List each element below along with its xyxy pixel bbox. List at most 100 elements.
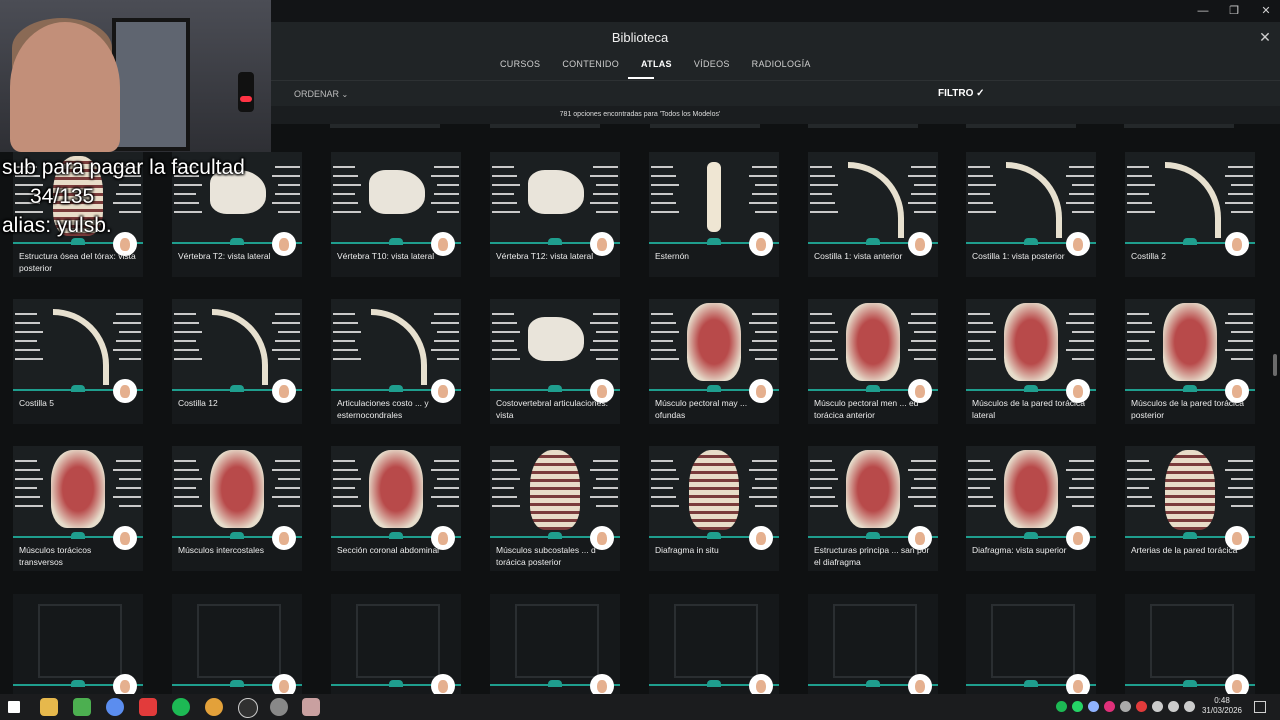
filter-button[interactable]: FILTRO ✓ [938,88,985,99]
model-card[interactable]: Esternón [649,152,779,277]
model-card[interactable]: Músculo pectoral men ... ed torácica ant… [808,299,938,424]
model-card-placeholder [966,594,1096,694]
model-card[interactable]: Diafragma in situ [649,446,779,571]
app-icon[interactable] [139,698,157,716]
spotify-icon[interactable] [172,698,190,716]
model-card-label: Músculos de la pared torácica lateral [972,398,1085,420]
model-card[interactable]: Costilla 1: vista anterior [808,152,938,277]
model-card[interactable]: Costilla 12 [172,299,302,424]
model-card-label: Vértebra T2: vista lateral [178,251,271,261]
order-button[interactable]: ORDENAR ⌄ [294,89,348,99]
model-card-placeholder [490,594,620,694]
status-tab [866,532,880,539]
tray-icon[interactable] [1088,701,1099,712]
notification-icon[interactable] [1254,701,1266,713]
windows-icon[interactable] [8,701,20,713]
model-thumbnail [490,446,620,538]
model-thumbnail [966,446,1096,538]
filter-label: FILTRO [938,88,974,99]
overlay-line-3: alias: yulsb. [2,214,112,237]
model-card[interactable]: Articulaciones costo ... y esternocondra… [331,299,461,424]
anatomy-model [530,450,580,530]
tray-icon[interactable] [1120,701,1131,712]
model-card-placeholder [13,594,143,694]
close-icon[interactable]: ✕ [1256,28,1274,46]
status-tab [548,532,562,539]
model-card[interactable]: Costilla 2 [1125,152,1255,277]
tab-atlas[interactable]: ATLAS [641,59,672,77]
placeholder-image-icon [197,604,281,678]
model-card[interactable]: Vértebra T10: vista lateral [331,152,461,277]
minimize-button[interactable]: — [1194,3,1212,19]
status-tab [548,385,562,392]
clock[interactable]: 0:48 31/03/2026 [1199,696,1245,716]
microphone-icon[interactable] [1152,701,1163,712]
model-thumbnail [649,152,779,244]
anatomy-icon [1066,674,1090,694]
model-card[interactable]: Músculos torácicos transversos [13,446,143,571]
file-explorer-icon[interactable] [40,698,58,716]
status-tab [1024,238,1038,245]
model-card[interactable]: Vértebra T12: vista lateral [490,152,620,277]
model-card[interactable]: Diafragma: vista superior [966,446,1096,571]
model-card-placeholder [172,594,302,694]
model-card[interactable]: Arterias de la pared torácica [1125,446,1255,571]
nav-tabs: CURSOS CONTENIDO ATLAS VÍDEOS RADIOLOGÍA [500,59,811,77]
model-card[interactable]: Músculos de la pared torácica lateral [966,299,1096,424]
anatomy-model [371,309,427,385]
model-card[interactable]: Músculo pectoral may ... ofundas [649,299,779,424]
tray-icon[interactable] [1136,701,1147,712]
whatsapp-tray-icon[interactable] [1072,701,1083,712]
anatomy-model [369,450,423,528]
model-card-label: Diafragma: vista superior [972,545,1067,555]
spotify-tray-icon[interactable] [1056,701,1067,712]
network-icon[interactable] [1168,701,1179,712]
model-card[interactable]: Músculos de la pared torácica posterior [1125,299,1255,424]
model-card[interactable]: Costilla 5 [13,299,143,424]
model-thumbnail [331,152,461,244]
model-card[interactable]: Costilla 1: vista posterior [966,152,1096,277]
obs-icon[interactable] [238,698,258,718]
status-tab [389,385,403,392]
model-card-label: Vértebra T12: vista lateral [496,251,594,261]
model-thumbnail [808,299,938,391]
anatomy-icon [272,674,296,694]
model-card-label: Costilla 1: vista anterior [814,251,903,261]
tab-contenido[interactable]: CONTENIDO [562,59,619,77]
anatomy-model [1165,450,1215,530]
anatomy-model [689,450,739,530]
clock-date: 31/03/2026 [1201,706,1243,715]
model-card-label: Arterias de la pared torácica [1131,545,1238,555]
status-tab [1024,385,1038,392]
model-thumbnail [1125,446,1255,538]
webcam-overlay [0,0,271,152]
model-card[interactable]: Estructuras principa ... san por el diaf… [808,446,938,571]
model-card[interactable]: Costovertebral articulaciones: vista [490,299,620,424]
model-card[interactable]: Sección coronal abdominal [331,446,461,571]
chrome-icon[interactable] [106,698,124,716]
store-icon[interactable] [73,698,91,716]
scrollbar-thumb[interactable] [1273,354,1277,376]
settings-icon[interactable] [270,698,288,716]
model-card-placeholder [331,594,461,694]
model-thumbnail [490,299,620,391]
placeholder-image-icon [1150,604,1234,678]
model-thumbnail [649,299,779,391]
model-thumbnail [13,299,143,391]
maximize-button[interactable]: ❐ [1225,3,1243,19]
volume-icon[interactable] [1184,701,1195,712]
tray-icon[interactable] [1104,701,1115,712]
tab-videos[interactable]: VÍDEOS [694,59,730,77]
model-card[interactable]: Músculos subcostales ... d torácica post… [490,446,620,571]
placeholder-image-icon [515,604,599,678]
chrome-icon[interactable] [205,698,223,716]
model-card-label: Estructura ósea del tórax: vista posteri… [19,251,136,273]
tab-cursos[interactable]: CURSOS [500,59,540,77]
model-card-label: Músculos torácicos transversos [19,545,92,567]
anatomy-model [528,170,584,214]
window-close-button[interactable]: ✕ [1257,3,1275,19]
model-card[interactable]: Músculos intercostales [172,446,302,571]
tab-radiologia[interactable]: RADIOLOGÍA [752,59,811,77]
app-icon[interactable] [302,698,320,716]
anatomy-model [1004,303,1058,381]
